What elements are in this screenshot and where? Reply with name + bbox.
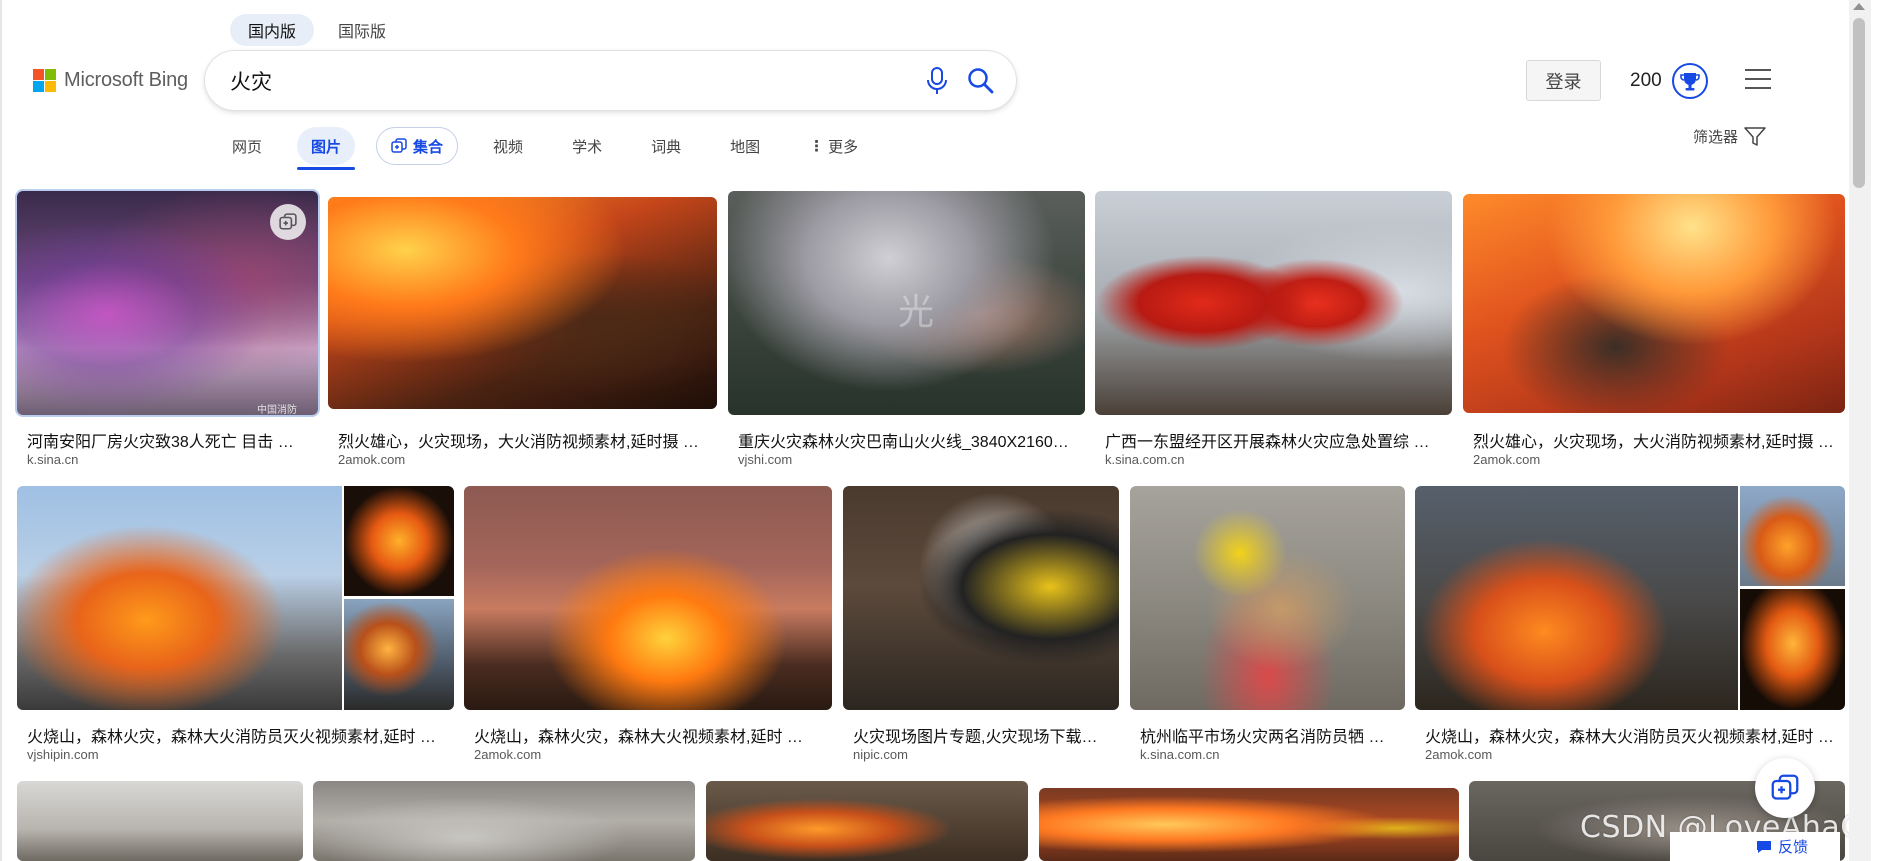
filter-label: 筛选器 [1693, 129, 1739, 146]
result-image-2[interactable] [328, 197, 717, 409]
search-icon[interactable] [966, 66, 996, 96]
result-image-11[interactable] [17, 781, 303, 861]
floating-collections-button[interactable] [1755, 758, 1815, 818]
result-source[interactable]: vjshipin.com [27, 747, 99, 762]
result-image-3[interactable]: 光 [728, 191, 1085, 415]
result-image-4[interactable] [1095, 191, 1452, 415]
logo-text: Microsoft Bing [64, 69, 188, 91]
feedback-label: 反馈 [1777, 839, 1808, 856]
grass-fire-image [706, 781, 1028, 861]
result-image-12[interactable] [313, 781, 695, 861]
result-caption[interactable]: 火烧山，森林火灾，森林大火视频素材,延时 … [474, 723, 825, 747]
tab-label: 学术 [572, 138, 603, 156]
rewards-points[interactable]: 200 [1630, 70, 1662, 92]
result-caption[interactable]: 广西一东盟经开区开展森林火灾应急处置综 … [1105, 428, 1445, 452]
grass-fire-image [1740, 486, 1845, 586]
bing-logo[interactable]: Microsoft Bing [33, 69, 188, 92]
result-caption[interactable]: 火烧山，森林火灾，森林大火消防员灭火视频素材,延时 … [1425, 723, 1839, 747]
image-watermark: 光 [898, 291, 935, 332]
region-tab-international[interactable]: 国际版 [320, 14, 404, 46]
firefighter-image [843, 486, 1119, 710]
tab-academic[interactable]: 学术 [558, 127, 616, 165]
rewards-trophy-icon[interactable] [1672, 63, 1708, 99]
result-source[interactable]: k.sina.com.cn [1140, 747, 1219, 762]
tab-label: 更多 [828, 138, 859, 156]
result-image-10[interactable] [1415, 486, 1845, 710]
tab-images[interactable]: 图片 [297, 127, 356, 170]
result-source[interactable]: k.sina.com.cn [1105, 452, 1184, 467]
grass-fire-image [344, 599, 454, 710]
feedback-icon [1756, 840, 1771, 853]
result-caption[interactable]: 河南安阳厂房火灾致38人死亡 目击 … [27, 428, 310, 452]
grass-fire-image [344, 486, 454, 596]
collections-icon [391, 138, 407, 153]
filter-funnel-icon [1744, 126, 1766, 146]
result-image-9[interactable] [1130, 486, 1405, 710]
collections-icon [1771, 774, 1799, 800]
fire-scene-image [328, 197, 717, 409]
scroll-up-arrow-icon[interactable] [1853, 3, 1865, 10]
firefighters-image [1095, 191, 1452, 415]
tab-more[interactable]: ⋮ 更多 [795, 127, 872, 165]
region-tabs: 国内版 国际版 [230, 14, 404, 46]
tab-label: 集合 [413, 138, 444, 156]
image-watermark: 中国消防 [257, 405, 297, 415]
grass-fire-image [1740, 589, 1845, 710]
result-caption[interactable]: 烈火雄心，火灾现场，大火消防视频素材,延时摄 … [338, 428, 710, 452]
grass-fire-image [17, 486, 342, 710]
tab-label: 视频 [493, 138, 524, 156]
result-caption[interactable]: 火烧山，森林火灾，森林大火消防员灭火视频素材,延时 … [27, 723, 447, 747]
region-tab-domestic[interactable]: 国内版 [230, 14, 315, 46]
tab-collections[interactable]: 集合 [376, 127, 459, 165]
login-button[interactable]: 登录 [1526, 60, 1601, 101]
tab-videos[interactable]: 视频 [479, 127, 537, 165]
hamburger-menu-icon[interactable] [1745, 69, 1771, 91]
vertical-nav: 网页 图片 集合 视频 学术 词典 地图 ⋮ 更多 [218, 127, 893, 170]
result-source[interactable]: 2amok.com [474, 747, 541, 762]
search-box [205, 51, 1016, 110]
fire-scene-image [1463, 194, 1845, 413]
window-left-border [0, 0, 2, 861]
result-caption[interactable]: 火灾现场图片专题,火灾现场下载… [853, 723, 1113, 747]
add-to-collection-icon[interactable] [270, 204, 306, 240]
grass-fire-image [1415, 486, 1738, 710]
result-source[interactable]: k.sina.cn [27, 452, 78, 467]
tab-label: 网页 [232, 138, 263, 156]
result-source[interactable]: nipic.com [853, 747, 908, 762]
result-caption[interactable]: 杭州临平市场火灾两名消防员牺 … [1140, 723, 1398, 747]
result-source[interactable]: 2amok.com [1473, 452, 1540, 467]
search-input[interactable] [230, 68, 870, 93]
tab-dictionary[interactable]: 词典 [637, 127, 695, 165]
result-image-14[interactable] [1039, 788, 1459, 861]
result-image-6[interactable] [17, 486, 454, 710]
tab-label: 词典 [651, 138, 682, 156]
smoke-image [313, 781, 695, 861]
tab-maps[interactable]: 地图 [716, 127, 774, 165]
tab-web[interactable]: 网页 [218, 127, 276, 165]
feedback-button[interactable]: 反馈 [1670, 832, 1840, 861]
tab-label: 地图 [730, 138, 761, 156]
result-image-13[interactable] [706, 781, 1028, 861]
scrollbar-thumb[interactable] [1853, 18, 1865, 188]
result-image-5[interactable] [1463, 194, 1845, 413]
firefighter-image [1039, 788, 1459, 861]
result-caption[interactable]: 烈火雄心，火灾现场，大火消防视频素材,延时摄 … [1473, 428, 1838, 452]
tab-label: 图片 [311, 138, 342, 156]
result-source[interactable]: 2amok.com [1425, 747, 1492, 762]
smoke-image [17, 781, 303, 861]
firefighters-image [1130, 486, 1405, 710]
result-image-8[interactable] [843, 486, 1119, 710]
microphone-icon[interactable] [926, 67, 948, 95]
result-source[interactable]: 2amok.com [338, 452, 405, 467]
result-image-7[interactable] [464, 486, 832, 710]
result-source[interactable]: vjshi.com [738, 452, 792, 467]
grass-fire-image [464, 486, 832, 710]
filter-button[interactable]: 筛选器 [1693, 126, 1766, 147]
microsoft-logo-icon [33, 69, 56, 92]
more-dots-icon: ⋮ [809, 138, 825, 155]
vertical-scrollbar[interactable] [1849, 0, 1871, 861]
result-caption[interactable]: 重庆火灾森林火灾巴南山火火线_3840X2160… [738, 428, 1078, 452]
